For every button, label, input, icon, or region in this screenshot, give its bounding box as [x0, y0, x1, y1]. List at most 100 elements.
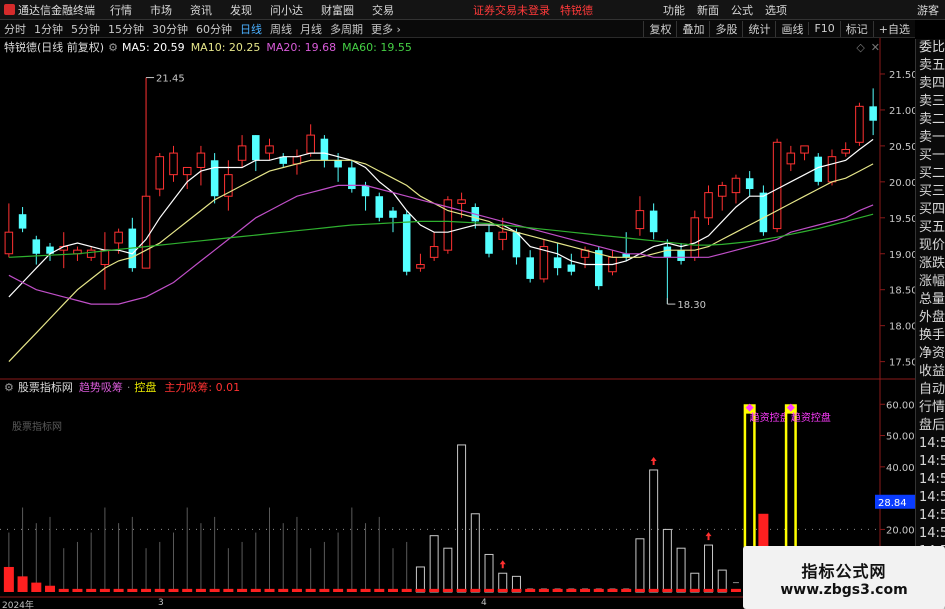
tab-multi-period[interactable]: 多周期	[330, 21, 363, 37]
menu-shichang[interactable]: 市场	[150, 2, 172, 18]
main-force-bar	[333, 588, 344, 592]
statistics-button[interactable]: 统计	[742, 20, 775, 37]
up-arrow-icon	[705, 532, 712, 541]
sidebar-item-12[interactable]: 涨跌	[916, 255, 945, 273]
tab-more[interactable]: 更多 ›	[371, 21, 401, 37]
tab-15min[interactable]: 15分钟	[108, 21, 144, 37]
add-watchlist-button[interactable]: +自选	[872, 20, 915, 37]
sidebar-item-24[interactable]: 14:56	[916, 471, 945, 489]
main-force-bar	[415, 588, 426, 592]
tab-30min[interactable]: 30分钟	[152, 21, 188, 37]
app-logo[interactable]: 通达信金融终端	[0, 2, 101, 18]
menu-faxian[interactable]: 发现	[230, 2, 252, 18]
ytick-label-6: 20.50	[889, 142, 915, 153]
menu-caifuquan[interactable]: 财富圈	[321, 2, 354, 18]
candle	[265, 145, 274, 154]
menu-jiaoyi[interactable]: 交易	[372, 2, 394, 18]
multi-stock-button[interactable]: 多股	[709, 20, 742, 37]
tab-daily[interactable]: 日线	[240, 21, 262, 37]
current-value-label: 28.84	[878, 498, 907, 509]
main-force-bar	[209, 588, 220, 592]
sidebar-item-11[interactable]: 现价	[916, 237, 945, 255]
sidebar-item-26[interactable]: 14:56	[916, 507, 945, 525]
sidebar-item-18[interactable]: 收益	[916, 363, 945, 381]
sidebar-item-2[interactable]: 卖四	[916, 75, 945, 93]
fuquan-button[interactable]: 复权	[643, 20, 676, 37]
draw-line-button[interactable]: 画线	[775, 20, 808, 37]
candle	[800, 145, 809, 154]
sidebar-item-16[interactable]: 换手	[916, 327, 945, 345]
guest-label[interactable]: 游客	[917, 2, 939, 18]
quote-sidebar: 委比 卖五 卖四 卖三 卖二 卖一 买一 买二 买三 买四 买五 现价 涨跌 涨幅 总量 外盘 换手 净资 收益 自动…	[915, 39, 945, 609]
sidebar-item-21[interactable]: 盘后	[916, 417, 945, 435]
sidebar-item-8[interactable]: 买三	[916, 183, 945, 201]
main-force-bar	[703, 588, 714, 592]
username-label[interactable]: 特锐德	[560, 2, 593, 18]
tab-1min[interactable]: 1分钟	[34, 21, 63, 37]
main-force-bar	[141, 588, 152, 592]
tab-weekly[interactable]: 周线	[270, 21, 292, 37]
ytick-label-1: 18.00	[889, 322, 915, 333]
candle	[306, 134, 315, 154]
indicator-name[interactable]: 股票指标网	[18, 379, 73, 395]
up-arrow-icon	[650, 456, 657, 465]
sidebar-item-10[interactable]: 买五	[916, 219, 945, 237]
main-force-bar	[387, 588, 398, 592]
sidebar-item-15[interactable]: 外盘	[916, 309, 945, 327]
login-notice[interactable]: 证券交易未登录	[473, 2, 550, 18]
chart-area[interactable]: 17.50 18.00 18.50 19.00 19.50 20.00 20.50 21.00…	[0, 38, 915, 598]
volume-bar	[649, 469, 659, 593]
main-force-bar	[511, 588, 522, 592]
sidebar-item-19[interactable]: 自动	[916, 381, 945, 399]
sidebar-item-27[interactable]: 14:56	[916, 525, 945, 543]
sidebar-item-1[interactable]: 卖五	[916, 57, 945, 75]
menu-xinmian[interactable]: 新面	[697, 2, 719, 18]
main-force-bar	[305, 588, 316, 592]
menu-gongneng[interactable]: 功能	[663, 2, 685, 18]
sidebar-item-17[interactable]: 净资	[916, 345, 945, 363]
main-force-bar	[17, 576, 28, 592]
candle	[4, 231, 14, 255]
volume-bar	[704, 544, 714, 593]
sidebar-item-20[interactable]: 行情	[916, 399, 945, 417]
tab-monthly[interactable]: 月线	[300, 21, 322, 37]
sidebar-item-14[interactable]: 总量	[916, 291, 945, 309]
signal-label-0: 趋资控盘	[750, 411, 790, 424]
mark-button[interactable]: 标记	[839, 20, 873, 37]
menu-zixun[interactable]: 资讯	[190, 2, 212, 18]
main-force-bar	[456, 588, 467, 592]
sidebar-item-13[interactable]: 涨幅	[916, 273, 945, 291]
sidebar-item-0[interactable]: 委比	[916, 39, 945, 57]
sidebar-item-23[interactable]: 14:56	[916, 453, 945, 471]
app-logo-icon	[4, 4, 15, 15]
volume-bar	[443, 547, 453, 593]
indicator-watermark: 股票指标网	[12, 422, 62, 433]
tab-5min[interactable]: 5分钟	[71, 21, 100, 37]
main-force-bar	[182, 588, 193, 592]
sidebar-item-7[interactable]: 买二	[916, 165, 945, 183]
sidebar-item-22[interactable]: 14:56	[916, 435, 945, 453]
main-force-bar	[525, 588, 536, 592]
main-force-bar	[442, 588, 453, 592]
ytick-label-4: 19.50	[889, 214, 915, 225]
sidebar-item-6[interactable]: 买一	[916, 147, 945, 165]
overlay-button[interactable]: 叠加	[676, 20, 709, 37]
sidebar-item-4[interactable]: 卖二	[916, 111, 945, 129]
main-force-bar	[99, 588, 110, 592]
f10-button[interactable]: F10	[808, 22, 839, 35]
tab-60min[interactable]: 60分钟	[196, 21, 232, 37]
tab-fenshi[interactable]: 分时	[4, 21, 26, 37]
menu-xuanxiang[interactable]: 选项	[765, 2, 787, 18]
menu-gongshi[interactable]: 公式	[731, 2, 753, 18]
candle	[663, 246, 672, 258]
sidebar-item-9[interactable]: 买四	[916, 201, 945, 219]
sidebar-item-5[interactable]: 卖一	[916, 129, 945, 147]
sidebar-item-3[interactable]: 卖三	[916, 93, 945, 111]
candle	[114, 231, 123, 244]
sidebar-item-25[interactable]: 14:56	[916, 489, 945, 507]
menu-hangqing[interactable]: 行情	[110, 2, 132, 18]
timeframe-bar: 分时 1分钟 5分钟 15分钟 30分钟 60分钟 日线 周线 月线 多周期 更…	[0, 20, 915, 38]
menu-wenxiaoda[interactable]: 问小达	[270, 2, 303, 18]
settings-icon[interactable]: ⚙	[4, 381, 14, 394]
candle	[635, 210, 645, 230]
